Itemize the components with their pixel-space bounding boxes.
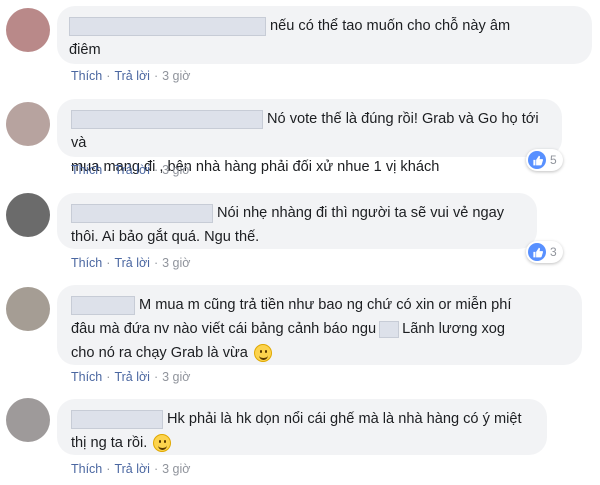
comment-bubble: M mua m cũng trả tiền như bao ng chứ có …: [57, 285, 582, 365]
redacted-inline: [379, 320, 400, 338]
like-link[interactable]: Thích: [71, 370, 102, 384]
avatar[interactable]: [6, 8, 50, 52]
timestamp[interactable]: 3 giờ: [162, 163, 190, 177]
redacted-name[interactable]: [69, 16, 266, 36]
reply-link[interactable]: Trả lời: [114, 462, 150, 476]
reaction-count[interactable]: 3: [526, 241, 563, 263]
timestamp[interactable]: 3 giờ: [162, 256, 190, 270]
timestamp[interactable]: 3 giờ: [162, 69, 190, 83]
comment-actions: Thích · Trả lời · 3 giờ: [71, 462, 191, 476]
reply-link[interactable]: Trả lời: [114, 256, 150, 270]
comment-text: cho nó ra chạy Grab là vừa: [71, 345, 248, 361]
avatar[interactable]: [6, 398, 50, 442]
reaction-count[interactable]: 5: [526, 149, 563, 171]
avatar[interactable]: [6, 193, 50, 237]
comment-bubble: Nó vote thế là đúng rồi! Grab và Go họ t…: [57, 99, 562, 175]
avatar[interactable]: [6, 102, 50, 146]
comment-text: điêm: [69, 42, 101, 58]
redacted-name[interactable]: [71, 109, 263, 129]
comment-actions: Thích · Trả lời · 3 giờ: [71, 370, 191, 384]
comment-actions: Thích · Trả lời · 3 giờ: [71, 69, 191, 83]
reaction-number: 5: [550, 153, 557, 167]
like-link[interactable]: Thích: [71, 69, 102, 83]
comment-bubble: nếu có thể tao muốn cho chỗ này âm điêm: [57, 6, 592, 64]
reply-link[interactable]: Trả lời: [114, 69, 150, 83]
like-link[interactable]: Thích: [71, 256, 102, 270]
redacted-name[interactable]: [71, 409, 163, 429]
timestamp[interactable]: 3 giờ: [162, 462, 190, 476]
comment-text: M mua m cũng trả tiền như bao ng chứ có …: [139, 297, 512, 313]
comment-text: đâu mà đứa nv nào viết cái bảng cảnh báo…: [71, 321, 377, 337]
comment-text: thôi. Ai bảo gắt quá. Ngu thế.: [71, 229, 260, 245]
comment-actions: Thích · Trả lời · 3 giờ: [71, 163, 191, 177]
smile-emoji-icon: [253, 344, 272, 363]
like-link[interactable]: Thích: [71, 462, 102, 476]
reply-link[interactable]: Trả lời: [114, 370, 150, 384]
like-icon: [528, 151, 546, 169]
comment-text: Hk phải là hk dọn nổi cái ghế mà là nhà …: [167, 411, 522, 427]
comment-actions: Thích · Trả lời · 3 giờ: [71, 256, 191, 270]
like-icon: [528, 243, 546, 261]
comment-bubble: Hk phải là hk dọn nổi cái ghế mà là nhà …: [57, 399, 547, 455]
reply-link[interactable]: Trả lời: [114, 163, 150, 177]
reaction-number: 3: [550, 245, 557, 259]
comment-text: nếu có thể tao muốn cho chỗ này âm: [270, 18, 511, 34]
comment-text: Nói nhẹ nhàng đi thì người ta sẽ vui vẻ …: [217, 205, 505, 221]
comment-text: thị ng ta rồi.: [71, 435, 148, 451]
smile-emoji-icon: [153, 434, 172, 453]
comment-text: Lãnh lương xog: [402, 321, 506, 337]
redacted-name[interactable]: [71, 203, 213, 223]
redacted-name[interactable]: [71, 295, 135, 315]
avatar[interactable]: [6, 287, 50, 331]
like-link[interactable]: Thích: [71, 163, 102, 177]
comment-bubble: Nói nhẹ nhàng đi thì người ta sẽ vui vẻ …: [57, 193, 537, 249]
timestamp[interactable]: 3 giờ: [162, 370, 190, 384]
